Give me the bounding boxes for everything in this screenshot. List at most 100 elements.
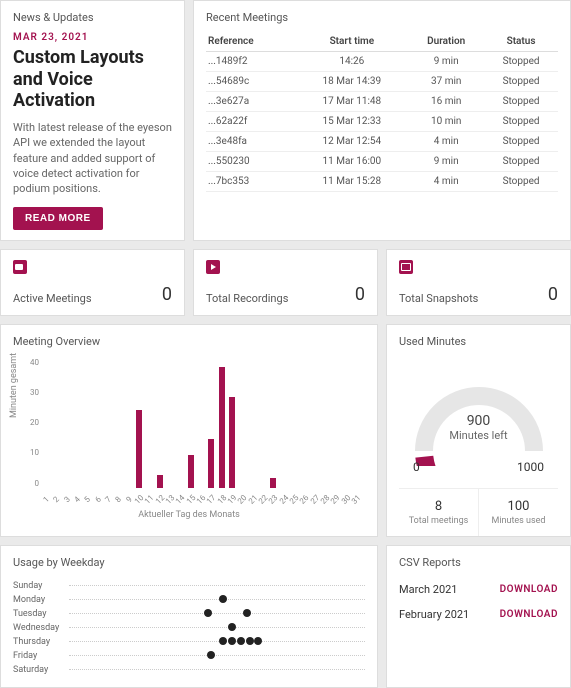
table-cell: Stopped <box>484 112 558 132</box>
usage-dot <box>228 623 236 631</box>
table-cell: 18 Mar 14:39 <box>295 72 408 92</box>
news-section-title: News & Updates <box>13 11 172 24</box>
meeting-overview-title: Meeting Overview <box>13 335 365 348</box>
usage-dot <box>237 637 245 645</box>
used-minutes-title: Used Minutes <box>399 335 558 348</box>
csv-report-row: March 2021 DOWNLOAD <box>399 577 558 602</box>
usage-dot <box>228 637 236 645</box>
table-cell: 10 min <box>408 112 484 132</box>
total-meetings-value: 8 <box>403 499 474 514</box>
total-snapshots-value: 0 <box>548 284 558 305</box>
table-row[interactable]: ...7bc35311 Mar 15:284 minStopped <box>206 172 558 192</box>
weekday-row: Thursday <box>13 635 365 649</box>
weekday-label: Saturday <box>13 665 69 675</box>
usage-weekday-card: Usage by Weekday Sunday Monday Tuesday Wedn… <box>0 545 378 688</box>
chart-bar <box>270 478 276 488</box>
table-cell: 17 Mar 11:48 <box>295 92 408 112</box>
weekday-track <box>69 585 365 586</box>
minutes-used-label: Minutes used <box>483 516 554 526</box>
csv-reports-card: CSV Reports March 2021 DOWNLOAD February 2… <box>386 545 571 688</box>
weekday-dot-chart: Sunday Monday Tuesday Wednesday ThursdayFrid… <box>13 579 365 677</box>
table-cell: 15 Mar 12:33 <box>295 112 408 132</box>
news-card: News & Updates MAR 23, 2021 Custom Layou… <box>0 0 185 241</box>
weekday-track <box>69 599 365 600</box>
recent-meetings-table: ReferenceStart timeDurationStatus ...148… <box>206 32 558 192</box>
table-row[interactable]: ...62a22f15 Mar 12:3310 minStopped <box>206 112 558 132</box>
total-snapshots-label: Total Snapshots <box>399 292 478 305</box>
gauge-min: 0 <box>413 460 420 474</box>
chart-x-label: Aktueller Tag des Monats <box>13 510 365 520</box>
usage-dot <box>254 637 262 645</box>
weekday-label: Tuesday <box>13 609 69 619</box>
y-tick: 40 <box>23 358 39 367</box>
table-cell: 11 Mar 15:28 <box>295 172 408 192</box>
table-cell: Stopped <box>484 92 558 112</box>
table-cell: ...62a22f <box>206 112 295 132</box>
table-cell: 12 Mar 12:54 <box>295 132 408 152</box>
chart-bar <box>157 475 163 488</box>
active-meetings-label: Active Meetings <box>13 292 92 305</box>
weekday-track <box>69 641 365 642</box>
table-row[interactable]: ...3e48fa12 Mar 12:544 minStopped <box>206 132 558 152</box>
table-cell: Stopped <box>484 72 558 92</box>
table-cell: ...550230 <box>206 152 295 172</box>
table-cell: 9 min <box>408 152 484 172</box>
used-minutes-card: Used Minutes 900 Minutes left 0 1000 8 T… <box>386 324 571 537</box>
table-cell: Stopped <box>484 52 558 72</box>
chart-bar <box>208 439 214 488</box>
table-row[interactable]: ...1489f214:269 minStopped <box>206 52 558 72</box>
read-more-button[interactable]: READ MORE <box>13 207 103 230</box>
download-link[interactable]: DOWNLOAD <box>500 609 558 620</box>
table-cell: 14:26 <box>295 52 408 72</box>
table-cell: ...3e48fa <box>206 132 295 152</box>
y-tick: 10 <box>23 448 39 457</box>
csv-report-label: March 2021 <box>399 583 458 596</box>
camera-snapshot-icon <box>399 260 413 274</box>
weekday-track <box>69 655 365 656</box>
news-headline: Custom Layouts and Voice Activation <box>13 47 172 112</box>
minutes-used-value: 100 <box>483 499 554 514</box>
weekday-label: Wednesday <box>13 623 69 633</box>
y-tick: 0 <box>23 479 39 488</box>
play-icon <box>206 260 220 274</box>
table-cell: ...3e627a <box>206 92 295 112</box>
usage-weekday-title: Usage by Weekday <box>13 556 365 569</box>
weekday-row: Friday <box>13 649 365 663</box>
table-row[interactable]: ...3e627a17 Mar 11:4816 minStopped <box>206 92 558 112</box>
table-cell: ...1489f2 <box>206 52 295 72</box>
total-snapshots-card: Total Snapshots 0 <box>386 249 571 316</box>
weekday-row: Monday <box>13 593 365 607</box>
usage-dot <box>207 651 215 659</box>
csv-report-label: February 2021 <box>399 608 469 621</box>
table-header: Reference <box>206 32 295 52</box>
chart-bar <box>136 410 142 488</box>
meeting-overview-card: Meeting Overview Minuten gesamt 01020304… <box>0 324 378 537</box>
total-meetings-label: Total meetings <box>403 516 474 526</box>
news-body: With latest release of the eyeson API we… <box>13 120 172 197</box>
y-tick: 30 <box>23 388 39 397</box>
weekday-track <box>69 627 365 628</box>
table-cell: 9 min <box>408 52 484 72</box>
table-cell: Stopped <box>484 172 558 192</box>
gauge-max: 1000 <box>517 460 544 474</box>
usage-dot <box>243 609 251 617</box>
csv-reports-title: CSV Reports <box>399 556 558 569</box>
weekday-label: Sunday <box>13 581 69 591</box>
table-row[interactable]: ...55023011 Mar 16:009 minStopped <box>206 152 558 172</box>
table-row[interactable]: ...54689c18 Mar 14:3937 minStopped <box>206 72 558 92</box>
table-cell: ...54689c <box>206 72 295 92</box>
chart-bar <box>188 455 194 488</box>
table-cell: 11 Mar 16:00 <box>295 152 408 172</box>
table-header: Duration <box>408 32 484 52</box>
table-header: Status <box>484 32 558 52</box>
active-meetings-value: 0 <box>162 284 172 305</box>
active-meetings-card: Active Meetings 0 <box>0 249 185 316</box>
table-cell: Stopped <box>484 132 558 152</box>
table-cell: ...7bc353 <box>206 172 295 192</box>
weekday-row: Wednesday <box>13 621 365 635</box>
download-link[interactable]: DOWNLOAD <box>500 584 558 595</box>
weekday-row: Sunday <box>13 579 365 593</box>
weekday-track <box>69 669 365 670</box>
usage-dot <box>219 595 227 603</box>
chart-y-label: Minuten gesamt <box>9 353 19 418</box>
